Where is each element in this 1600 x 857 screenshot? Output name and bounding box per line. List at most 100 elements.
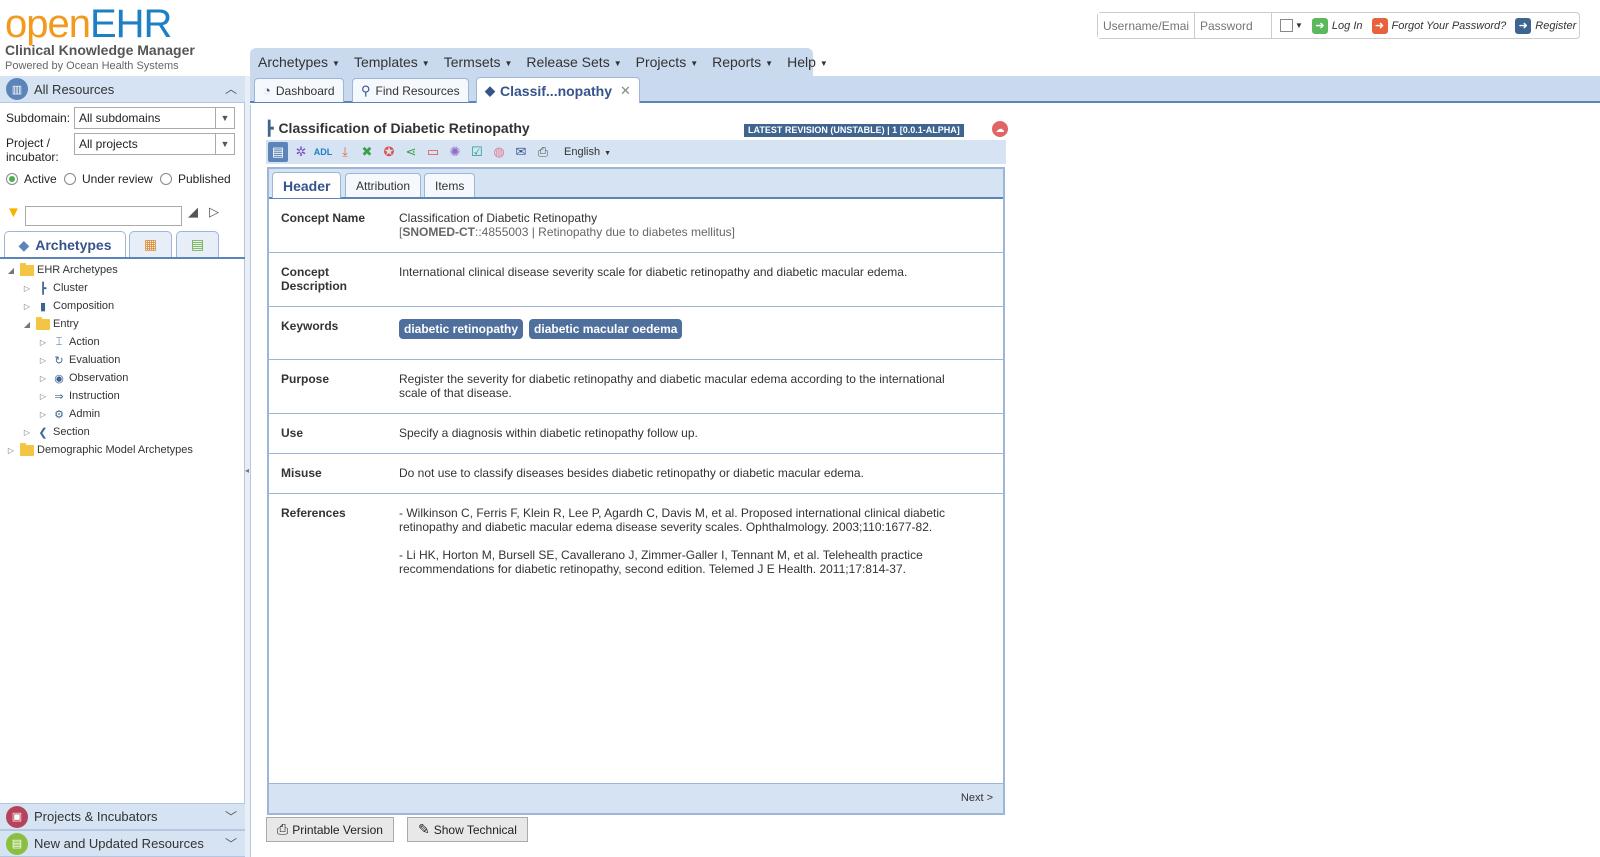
password-input[interactable] (1195, 13, 1272, 38)
expand-icon[interactable]: ▷ (38, 392, 48, 401)
login-bar: ▼ ➜Log In ➜Forgot Your Password? ➜Regist… (1097, 12, 1580, 39)
expand-icon[interactable]: ▷ (38, 374, 48, 383)
next-link[interactable]: Next > (961, 792, 993, 804)
project-select[interactable]: All projects ▼ (74, 133, 235, 155)
revision-badge: LATEST REVISION (UNSTABLE) | 1 [0.0.1-AL… (744, 124, 964, 137)
print-icon[interactable]: ⎙ (534, 143, 552, 161)
close-icon[interactable]: ✕ (620, 83, 631, 99)
tab-items[interactable]: Items (424, 173, 476, 197)
tree-node-entry[interactable]: ◢ Entry (22, 316, 79, 331)
register-link[interactable]: ➜ Register (1515, 17, 1576, 34)
status-radio-published[interactable]: Published (160, 172, 231, 186)
expand-icon[interactable]: ▷ (22, 284, 32, 293)
tree-node-composition[interactable]: ▷ ▮ Composition (22, 299, 114, 313)
show-technical-button[interactable]: ✎ Show Technical (407, 817, 528, 842)
tree-label: Evaluation (69, 354, 121, 366)
translate-icon[interactable]: ✺ (446, 143, 464, 161)
tab-archetypes[interactable]: ◆ Archetypes (4, 231, 126, 258)
expand-icon[interactable]: ▷ (22, 302, 32, 311)
powered-by: Powered by Ocean Health Systems (5, 60, 179, 72)
chevron-up-icon[interactable]: ︿ (225, 80, 237, 97)
snomed-binding[interactable]: [SNOMED-CT::4855003 | Retinopathy due to… (399, 225, 959, 239)
tab-header[interactable]: Header (272, 172, 342, 198)
print-icon: ⎙ (277, 821, 289, 837)
all-resources-header[interactable]: ▥ All Resources ︿ (0, 76, 245, 103)
tab-termsets[interactable]: ▤ (176, 231, 219, 257)
collapse-icon[interactable]: ◢ (6, 266, 16, 275)
collapse-arrow-icon[interactable]: ◂ (245, 466, 249, 475)
printable-version-button[interactable]: ⎙ Printable Version (266, 817, 394, 842)
keyword-badge[interactable]: diabetic retinopathy (399, 319, 524, 339)
remember-dropdown-icon[interactable]: ▼ (1295, 21, 1303, 30)
expand-icon[interactable]: ▷ (6, 446, 16, 455)
forgot-password-link[interactable]: ➜ Forgot Your Password? (1371, 17, 1506, 34)
tab-attribution[interactable]: Attribution (345, 173, 422, 197)
tree-node-cluster[interactable]: ▷ ┣ Cluster (22, 281, 88, 295)
overview-icon[interactable]: ▤ (268, 142, 288, 162)
menu-help[interactable]: Help ▼ (787, 54, 828, 70)
email-icon[interactable]: ✉ (512, 143, 530, 161)
archetype-icon: ◆ (485, 82, 495, 98)
chevron-down-icon: ▼ (332, 58, 340, 68)
menu-archetypes[interactable]: Archetypes ▼ (258, 54, 340, 70)
button-label: Show Technical (433, 822, 517, 837)
openehr-logo[interactable]: openEHR (5, 2, 172, 46)
expand-icon[interactable]: ▷ (38, 356, 48, 365)
login-link[interactable]: ➜ Log In (1311, 17, 1363, 34)
compare-icon[interactable]: ✖ (358, 143, 376, 161)
tree-node-ehr-archetypes[interactable]: ◢ EHR Archetypes (6, 262, 118, 277)
template-icon: ▦ (143, 236, 158, 252)
expand-icon[interactable]: ▷ (38, 410, 48, 419)
keyword-badge[interactable]: diabetic macular oedema (529, 319, 683, 339)
tree-node-instruction[interactable]: ▷ ⇒ Instruction (38, 389, 120, 403)
tree-node-action[interactable]: ▷ ⌶ Action (38, 335, 100, 349)
filter-input[interactable] (25, 206, 182, 226)
chevron-down-icon[interactable]: ﹀ (225, 835, 237, 852)
chevron-down-icon[interactable]: ﹀ (225, 808, 237, 825)
share-icon[interactable]: ⋖ (402, 143, 420, 161)
project-value: All projects (79, 137, 138, 151)
menu-projects[interactable]: Projects ▼ (636, 54, 699, 70)
tree-node-demographic[interactable]: ▷ Demographic Model Archetypes (6, 442, 193, 457)
tab-classification[interactable]: ◆ Classif...nopathy ✕ (476, 77, 640, 103)
discussion-icon[interactable]: ▭ (424, 143, 442, 161)
mindmap-icon[interactable]: ✲ (292, 143, 310, 161)
menu-reports[interactable]: Reports ▼ (712, 54, 773, 70)
tree-label: Section (53, 426, 90, 438)
menu-templates[interactable]: Templates ▼ (354, 54, 430, 70)
watch-icon[interactable]: ◍ (490, 143, 508, 161)
expand-icon[interactable]: ▷ (22, 428, 32, 437)
tab-templates[interactable]: ▦ (129, 231, 172, 257)
menu-release-sets[interactable]: Release Sets ▼ (526, 54, 621, 70)
award-icon[interactable]: ✪ (380, 143, 398, 161)
status-radio-active[interactable]: Active (6, 172, 57, 186)
expand-all-icon[interactable]: ▷ (209, 204, 219, 220)
tab-dashboard[interactable]: ◔ Dashboard (254, 78, 344, 102)
cloud-icon[interactable]: ☁ (992, 121, 1008, 137)
review-icon[interactable]: ☑ (468, 143, 486, 161)
resources-panel: ▥ All Resources ︿ Subdomain: All subdoma… (0, 76, 245, 857)
menu-label: Release Sets (526, 54, 610, 70)
download-icon[interactable]: ⤓ (336, 143, 354, 161)
projects-incubators-header[interactable]: ▣ Projects & Incubators ﹀ (0, 803, 245, 830)
adl-icon[interactable]: ADL (314, 143, 333, 161)
radio-button (6, 173, 18, 185)
cluster-icon: ┣ (39, 282, 47, 295)
menu-termsets[interactable]: Termsets ▼ (444, 54, 513, 70)
sort-icon[interactable]: ◢ (188, 204, 198, 220)
language-select[interactable]: English ▼ (564, 146, 611, 158)
tree-node-section[interactable]: ▷ ❮ Section (22, 425, 90, 439)
subdomain-select[interactable]: All subdomains ▼ (74, 107, 235, 129)
status-radio-under-review[interactable]: Under review (64, 172, 153, 186)
tree-node-evaluation[interactable]: ▷ ↻ Evaluation (38, 353, 120, 367)
new-updated-header[interactable]: ▤ New and Updated Resources ﹀ (0, 830, 245, 857)
row-value: - Wilkinson C, Ferris F, Klein R, Lee P,… (399, 506, 959, 576)
tree-node-admin[interactable]: ▷ ⚙ Admin (38, 407, 100, 421)
tree-label: Instruction (69, 390, 120, 402)
username-input[interactable] (1098, 13, 1195, 38)
collapse-icon[interactable]: ◢ (22, 320, 32, 329)
remember-checkbox[interactable] (1280, 19, 1293, 32)
tree-node-observation[interactable]: ▷ ◉ Observation (38, 371, 128, 385)
expand-icon[interactable]: ▷ (38, 338, 48, 347)
tab-find-resources[interactable]: ⚲ Find Resources (352, 78, 469, 102)
